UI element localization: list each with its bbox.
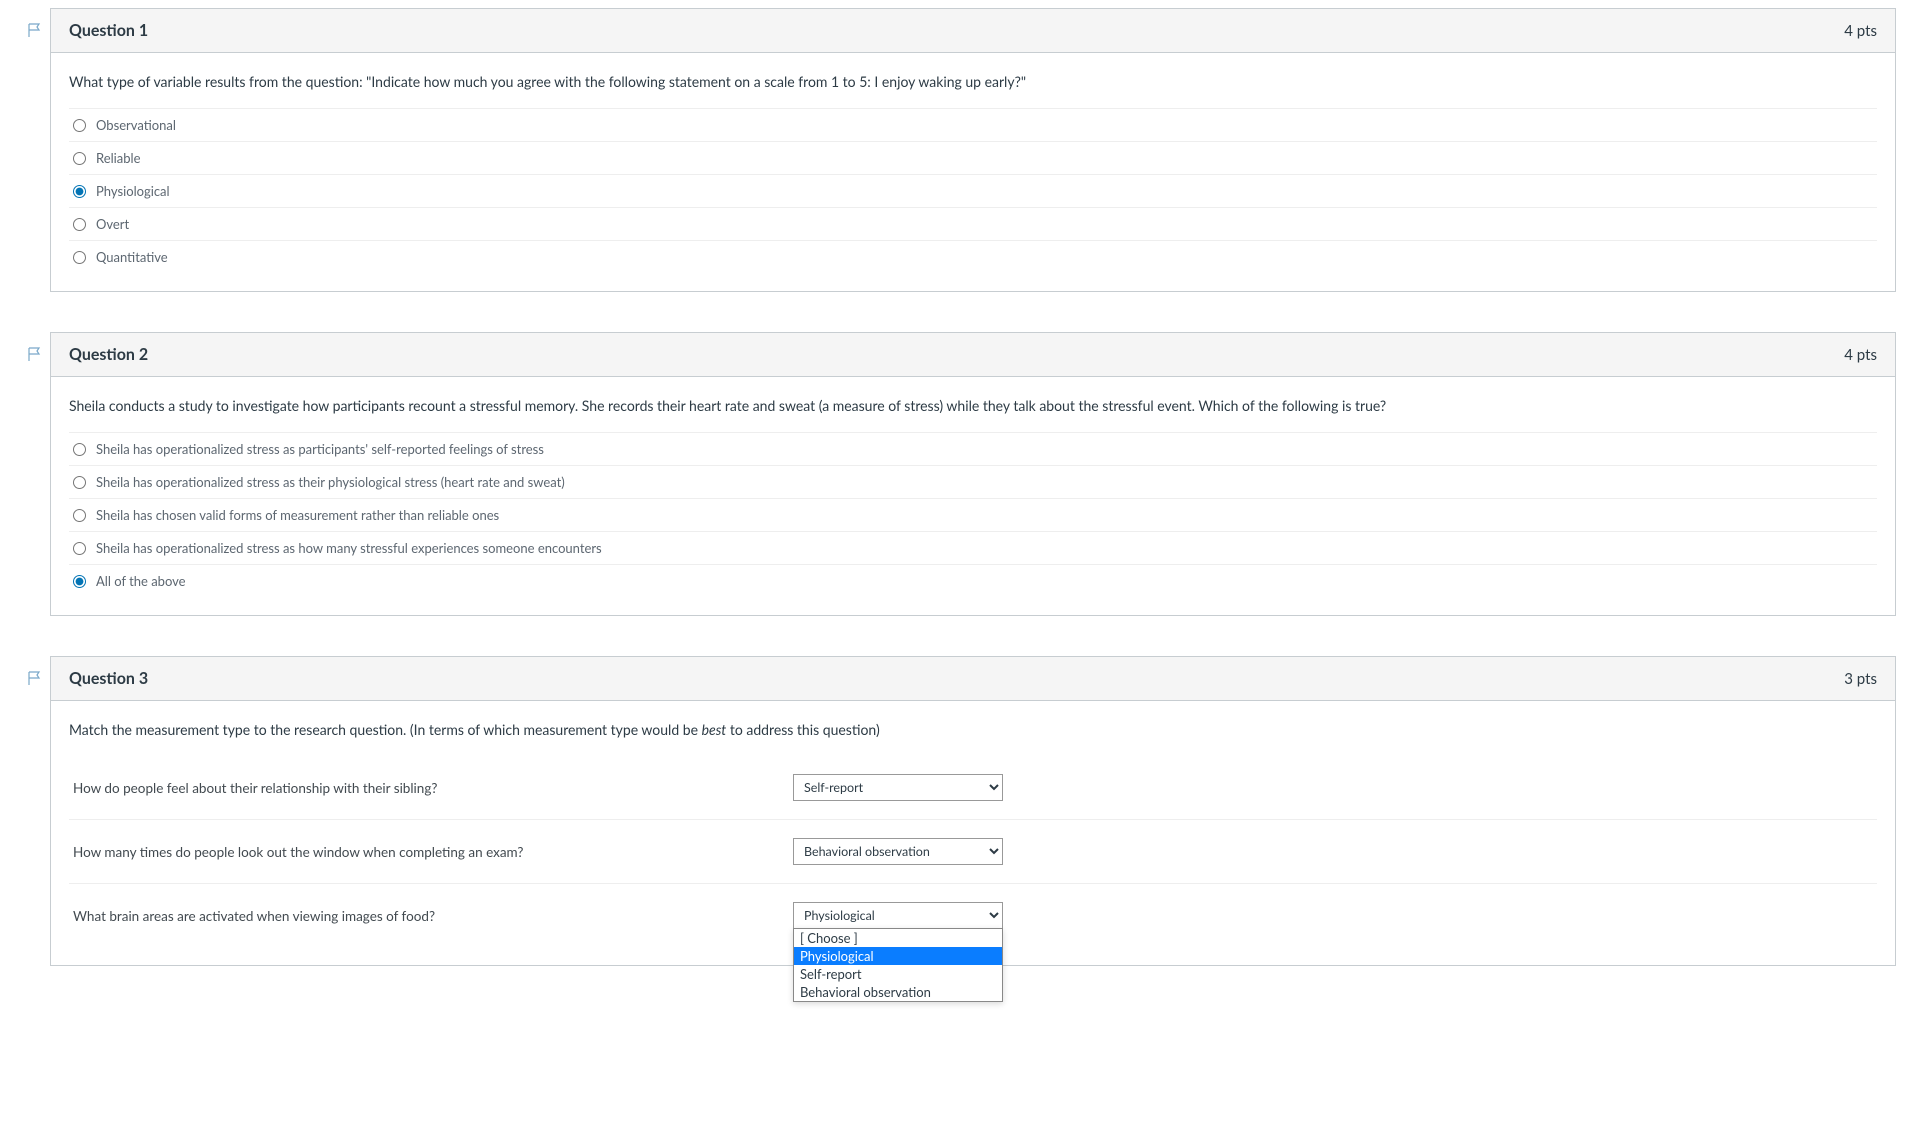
answer-row[interactable]: Reliable xyxy=(69,142,1877,175)
prompt-post: to address this question) xyxy=(726,721,879,738)
match-rows: How do people feel about their relations… xyxy=(69,756,1877,947)
match-select[interactable]: Self-report xyxy=(793,774,1003,801)
answer-radio[interactable] xyxy=(73,509,86,522)
match-row: How many times do people look out the wi… xyxy=(69,820,1877,884)
question-title: Question 2 xyxy=(69,345,148,364)
prompt-pre: Match the measurement type to the resear… xyxy=(69,721,702,738)
answer-row[interactable]: Observational xyxy=(69,109,1877,142)
answer-radio[interactable] xyxy=(73,119,86,132)
question-block-1: Question 1 4 pts What type of variable r… xyxy=(20,8,1896,292)
answer-label: Sheila has operationalized stress as the… xyxy=(96,474,565,490)
answer-row[interactable]: Overt xyxy=(69,208,1877,241)
answer-row[interactable]: Sheila has operationalized stress as how… xyxy=(69,532,1877,565)
answer-radio[interactable] xyxy=(73,185,86,198)
question-header: Question 1 4 pts xyxy=(51,9,1895,53)
dropdown-option[interactable]: [ Choose ] xyxy=(794,929,1002,947)
answer-label: Sheila has chosen valid forms of measure… xyxy=(96,507,499,523)
match-select[interactable]: Physiological xyxy=(793,902,1003,929)
answer-row[interactable]: Quantitative xyxy=(69,241,1877,273)
answers-list: Sheila has operationalized stress as par… xyxy=(69,432,1877,597)
dropdown-option[interactable]: Behavioral observation xyxy=(794,983,1002,1001)
question-title: Question 3 xyxy=(69,669,148,688)
question-body: Match the measurement type to the resear… xyxy=(51,701,1895,965)
flag-icon[interactable] xyxy=(27,670,43,686)
answer-radio[interactable] xyxy=(73,152,86,165)
flag-icon[interactable] xyxy=(27,346,43,362)
flag-column xyxy=(20,656,50,686)
match-select[interactable]: Behavioral observation xyxy=(793,838,1003,865)
answer-radio[interactable] xyxy=(73,218,86,231)
answer-row[interactable]: Sheila has operationalized stress as the… xyxy=(69,466,1877,499)
answer-label: All of the above xyxy=(96,573,186,589)
answer-label: Observational xyxy=(96,117,176,133)
answer-label: Sheila has operationalized stress as how… xyxy=(96,540,602,556)
match-row: How do people feel about their relations… xyxy=(69,756,1877,820)
match-select-wrapper: Behavioral observation xyxy=(793,838,1003,865)
question-header: Question 2 4 pts xyxy=(51,333,1895,377)
answer-row[interactable]: Sheila has chosen valid forms of measure… xyxy=(69,499,1877,532)
dropdown-option[interactable]: Self-report xyxy=(794,965,1002,983)
question-block-3: Question 3 3 pts Match the measurement t… xyxy=(20,656,1896,966)
flag-column xyxy=(20,8,50,38)
answer-radio[interactable] xyxy=(73,251,86,264)
answers-list: Observational Reliable Physiological Ove… xyxy=(69,108,1877,273)
flag-column xyxy=(20,332,50,362)
question-header: Question 3 3 pts xyxy=(51,657,1895,701)
match-select-wrapper: Physiological [ Choose ] Physiological S… xyxy=(793,902,1003,929)
question-prompt: What type of variable results from the q… xyxy=(69,71,1877,92)
answer-label: Overt xyxy=(96,216,129,232)
match-select-wrapper: Self-report xyxy=(793,774,1003,801)
answer-label: Physiological xyxy=(96,183,170,199)
answer-row[interactable]: Physiological xyxy=(69,175,1877,208)
answer-row[interactable]: All of the above xyxy=(69,565,1877,597)
question-body: What type of variable results from the q… xyxy=(51,53,1895,291)
question-card: Question 1 4 pts What type of variable r… xyxy=(50,8,1896,292)
question-body: Sheila conducts a study to investigate h… xyxy=(51,377,1895,615)
question-card: Question 3 3 pts Match the measurement t… xyxy=(50,656,1896,966)
question-prompt: Match the measurement type to the resear… xyxy=(69,719,1877,740)
question-points: 4 pts xyxy=(1844,346,1877,364)
match-prompt: How do people feel about their relations… xyxy=(73,780,773,796)
question-card: Question 2 4 pts Sheila conducts a study… xyxy=(50,332,1896,616)
question-points: 4 pts xyxy=(1844,22,1877,40)
answer-radio[interactable] xyxy=(73,476,86,489)
question-block-2: Question 2 4 pts Sheila conducts a study… xyxy=(20,332,1896,616)
match-prompt: How many times do people look out the wi… xyxy=(73,844,773,860)
answer-radio[interactable] xyxy=(73,575,86,588)
answer-label: Reliable xyxy=(96,150,140,166)
match-row: What brain areas are activated when view… xyxy=(69,884,1877,947)
answer-label: Quantitative xyxy=(96,249,168,265)
question-prompt: Sheila conducts a study to investigate h… xyxy=(69,395,1877,416)
flag-icon[interactable] xyxy=(27,22,43,38)
dropdown-option[interactable]: Physiological xyxy=(794,947,1002,965)
question-title: Question 1 xyxy=(69,21,148,40)
question-points: 3 pts xyxy=(1844,670,1877,688)
answer-label: Sheila has operationalized stress as par… xyxy=(96,441,544,457)
answer-row[interactable]: Sheila has operationalized stress as par… xyxy=(69,433,1877,466)
match-prompt: What brain areas are activated when view… xyxy=(73,908,773,924)
prompt-em: best xyxy=(702,721,727,738)
answer-radio[interactable] xyxy=(73,443,86,456)
answer-radio[interactable] xyxy=(73,542,86,555)
dropdown-overlay: [ Choose ] Physiological Self-report Beh… xyxy=(793,928,1003,1002)
